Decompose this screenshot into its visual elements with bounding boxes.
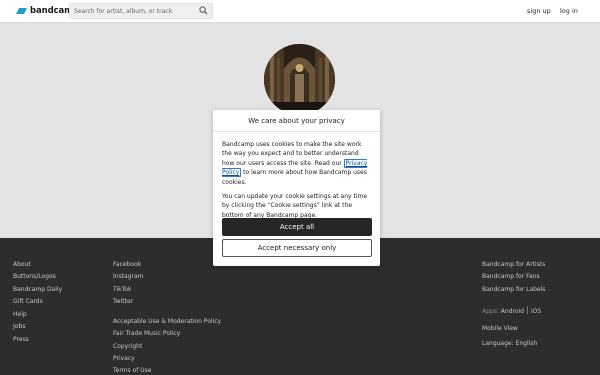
apps-divider	[527, 306, 528, 314]
footer-link-for-labels[interactable]: Bandcamp for Labels	[482, 286, 545, 293]
footer-link-help[interactable]: Help	[13, 311, 27, 318]
profile-avatar	[264, 44, 335, 115]
footer-link-jobs[interactable]: Jobs	[13, 323, 25, 330]
dialog-title: We care about your privacy	[213, 110, 380, 132]
footer-link-gift-cards[interactable]: Gift Cards	[13, 298, 43, 305]
top-header: bandcamp sign up log in	[0, 0, 600, 23]
search-box[interactable]	[69, 3, 213, 19]
cookie-text-part1: Bandcamp uses cookies to make the site w…	[222, 141, 362, 167]
accept-all-button[interactable]: Accept all	[222, 218, 372, 236]
footer-link-for-artists[interactable]: Bandcamp for Artists	[482, 261, 545, 268]
footer-link-bandcamp-daily[interactable]: Bandcamp Daily	[13, 286, 62, 293]
bandcamp-logo-icon	[16, 8, 27, 14]
search-input[interactable]	[70, 4, 196, 18]
footer-link-buttons-logos[interactable]: Buttons/Logos	[13, 273, 56, 280]
search-icon[interactable]	[199, 6, 208, 15]
apps-label: Apps:	[482, 308, 499, 315]
footer-link-tiktok[interactable]: TikTok	[113, 286, 131, 293]
footer-link-copyright[interactable]: Copyright	[113, 343, 142, 350]
app-link-android[interactable]: Android	[501, 308, 524, 315]
dialog-body: Bandcamp uses cookies to make the site w…	[222, 140, 372, 225]
footer-link-instagram[interactable]: Instagram	[113, 273, 144, 280]
footer-link-twitter[interactable]: Twitter	[113, 298, 133, 305]
log-in-link[interactable]: log in	[560, 7, 578, 15]
footer-link-mobile-view[interactable]: Mobile View	[482, 325, 518, 332]
apps-row: Apps: Android iOS	[482, 306, 541, 315]
cookie-text-part2: to learn more about how Bandcamp uses co…	[222, 169, 367, 186]
cathedral-interior-image	[264, 44, 335, 115]
footer-link-privacy[interactable]: Privacy	[113, 355, 135, 362]
cookie-settings-note: You can update your cookie settings at a…	[222, 193, 368, 219]
app-link-ios[interactable]: iOS	[531, 308, 541, 315]
cookie-explanation: Bandcamp uses cookies to make the site w…	[222, 140, 372, 187]
sign-up-link[interactable]: sign up	[527, 7, 551, 15]
footer-link-fair-trade[interactable]: Fair Trade Music Policy	[113, 330, 180, 337]
footer-link-for-fans[interactable]: Bandcamp for Fans	[482, 273, 540, 280]
footer-link-facebook[interactable]: Facebook	[113, 261, 141, 268]
footer-link-terms[interactable]: Terms of Use	[113, 367, 151, 374]
footer-language-selector[interactable]: Language: English	[482, 340, 537, 347]
accept-necessary-button[interactable]: Accept necessary only	[222, 239, 372, 257]
footer-link-press[interactable]: Press	[13, 336, 29, 343]
footer-link-acceptable-use[interactable]: Acceptable Use & Moderation Policy	[113, 318, 221, 325]
footer-link-about[interactable]: About	[13, 261, 31, 268]
